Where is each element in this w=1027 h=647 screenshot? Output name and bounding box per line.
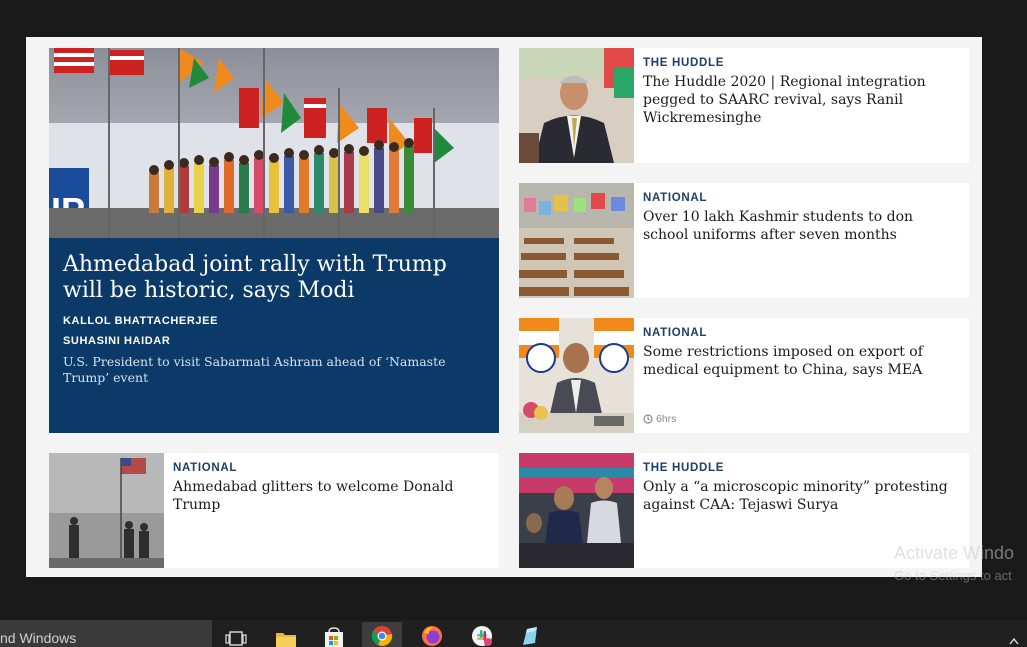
author-name[interactable]: SUHASINI HAIDAR <box>63 334 485 348</box>
task-view-icon[interactable] <box>216 622 256 647</box>
story-headline[interactable]: The Huddle 2020 | Regional integration p… <box>643 73 961 127</box>
timestamp-text: 6hrs <box>656 413 677 425</box>
section-label[interactable]: NATIONAL <box>643 191 961 205</box>
slack-icon[interactable] <box>462 622 502 647</box>
chrome-icon[interactable] <box>362 622 402 647</box>
story-card[interactable]: NATIONAL Some restrictions imposed on ex… <box>519 318 969 433</box>
hero-summary: U.S. President to visit Sabarmati Ashram… <box>63 354 446 385</box>
story-thumbnail[interactable] <box>519 453 634 568</box>
activate-windows-watermark: Activate Windo <box>894 543 1015 563</box>
story-thumbnail[interactable] <box>519 48 634 163</box>
hero-story[interactable]: IP <box>49 48 499 433</box>
taskbar-search-box[interactable]: nd Windows <box>0 620 212 647</box>
story-text: THE HUDDLE The Huddle 2020 | Regional in… <box>643 56 961 157</box>
story-thumbnail[interactable] <box>49 453 164 568</box>
story-thumbnail[interactable] <box>519 318 634 433</box>
story-card[interactable]: THE HUDDLE The Huddle 2020 | Regional in… <box>519 48 969 163</box>
hero-image[interactable]: IP <box>49 48 499 238</box>
story-text: NATIONAL Ahmedabad glitters to welcome D… <box>173 461 491 562</box>
story-headline[interactable]: Ahmedabad glitters to welcome Donald Tru… <box>173 478 491 514</box>
taskbar: nd Windows <box>0 620 1027 647</box>
story-text: NATIONAL Over 10 lakh Kashmir students t… <box>643 191 961 292</box>
section-label[interactable]: NATIONAL <box>173 461 491 475</box>
section-label[interactable]: THE HUDDLE <box>643 461 961 475</box>
story-headline[interactable]: Over 10 lakh Kashmir students to don sch… <box>643 208 961 244</box>
app-icon[interactable] <box>510 622 550 647</box>
story-card[interactable]: NATIONAL Over 10 lakh Kashmir students t… <box>519 183 969 298</box>
story-headline[interactable]: Some restrictions imposed on export of m… <box>643 343 961 379</box>
firefox-icon[interactable] <box>412 622 452 647</box>
hero-title[interactable]: Ahmedabad joint rally with Trump will be… <box>63 252 485 304</box>
author-name[interactable]: KALLOL BHATTACHERJEE <box>63 314 485 328</box>
store-icon[interactable] <box>314 622 354 647</box>
story-timestamp: 6hrs <box>643 413 676 425</box>
activate-windows-subtext: Go to Settings to act <box>894 568 1012 583</box>
story-text: NATIONAL Some restrictions imposed on ex… <box>643 326 961 427</box>
story-headline[interactable]: Only a “a microscopic minority” protesti… <box>643 478 961 514</box>
clock-icon <box>643 414 653 424</box>
file-explorer-icon[interactable] <box>266 622 306 647</box>
section-label[interactable]: NATIONAL <box>643 326 961 340</box>
story-thumbnail[interactable] <box>519 183 634 298</box>
hero-body: Ahmedabad joint rally with Trump will be… <box>49 238 499 433</box>
section-label[interactable]: THE HUDDLE <box>643 56 961 70</box>
chevron-up-icon[interactable] <box>1000 622 1027 647</box>
story-card[interactable]: NATIONAL Ahmedabad glitters to welcome D… <box>49 453 499 568</box>
